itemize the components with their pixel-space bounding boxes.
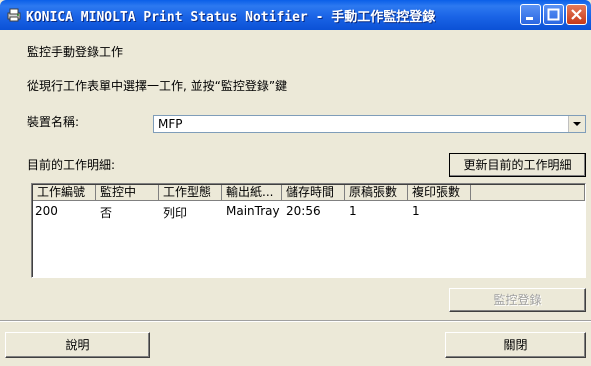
column-header-job-type[interactable]: 工作型態 bbox=[159, 185, 222, 201]
cell-output-tray: MainTray bbox=[226, 204, 280, 218]
column-header-filler bbox=[471, 185, 585, 201]
window-title: KONICA MINOLTA Print Status Notifier - 手… bbox=[26, 10, 436, 25]
section-title: 監控手動登錄工作 bbox=[27, 45, 124, 59]
help-button[interactable]: 說明 bbox=[5, 332, 150, 358]
cell-monitoring: 否 bbox=[100, 206, 113, 220]
device-name-value: MFP bbox=[158, 117, 183, 131]
minimize-button[interactable] bbox=[520, 4, 541, 25]
column-header-output-tray[interactable]: 輸出紙... bbox=[222, 185, 282, 201]
printer-app-icon bbox=[6, 7, 22, 23]
cell-stored-time: 20:56 bbox=[286, 204, 321, 218]
refresh-job-details-button[interactable]: 更新目前的工作明細 bbox=[449, 153, 586, 177]
column-header-copies[interactable]: 複印張數 bbox=[408, 185, 471, 201]
instructions-text: 從現行工作表單中選擇一工作, 並按“監控登錄”鍵 bbox=[27, 79, 288, 93]
job-list[interactable]: 工作編號 監控中 工作型態 輸出紙... 儲存時間 原稿張數 複印張數 200 … bbox=[31, 183, 586, 278]
chevron-down-icon[interactable] bbox=[568, 116, 585, 132]
register-monitoring-button[interactable]: 監控登錄 bbox=[449, 288, 586, 312]
cell-copies: 1 bbox=[412, 204, 420, 218]
footer-divider bbox=[0, 320, 591, 322]
cell-originals: 1 bbox=[349, 204, 357, 218]
device-name-select[interactable]: MFP bbox=[153, 115, 586, 133]
column-header-job-number[interactable]: 工作編號 bbox=[33, 185, 96, 201]
cell-job-type: 列印 bbox=[163, 206, 188, 220]
maximize-button[interactable] bbox=[543, 4, 564, 25]
title-bar[interactable]: KONICA MINOLTA Print Status Notifier - 手… bbox=[0, 0, 591, 30]
column-header-originals[interactable]: 原稿張數 bbox=[345, 185, 408, 201]
close-button[interactable]: 關閉 bbox=[445, 332, 586, 358]
dialog-window: KONICA MINOLTA Print Status Notifier - 手… bbox=[0, 0, 591, 366]
device-name-label: 裝置名稱: bbox=[27, 115, 80, 129]
job-details-label: 目前的工作明細: bbox=[27, 158, 116, 172]
column-header-monitoring[interactable]: 監控中 bbox=[96, 185, 159, 201]
close-window-button[interactable] bbox=[566, 4, 587, 25]
cell-job-number: 200 bbox=[35, 204, 58, 218]
close-icon bbox=[571, 9, 582, 20]
column-header-stored-time[interactable]: 儲存時間 bbox=[282, 185, 345, 201]
